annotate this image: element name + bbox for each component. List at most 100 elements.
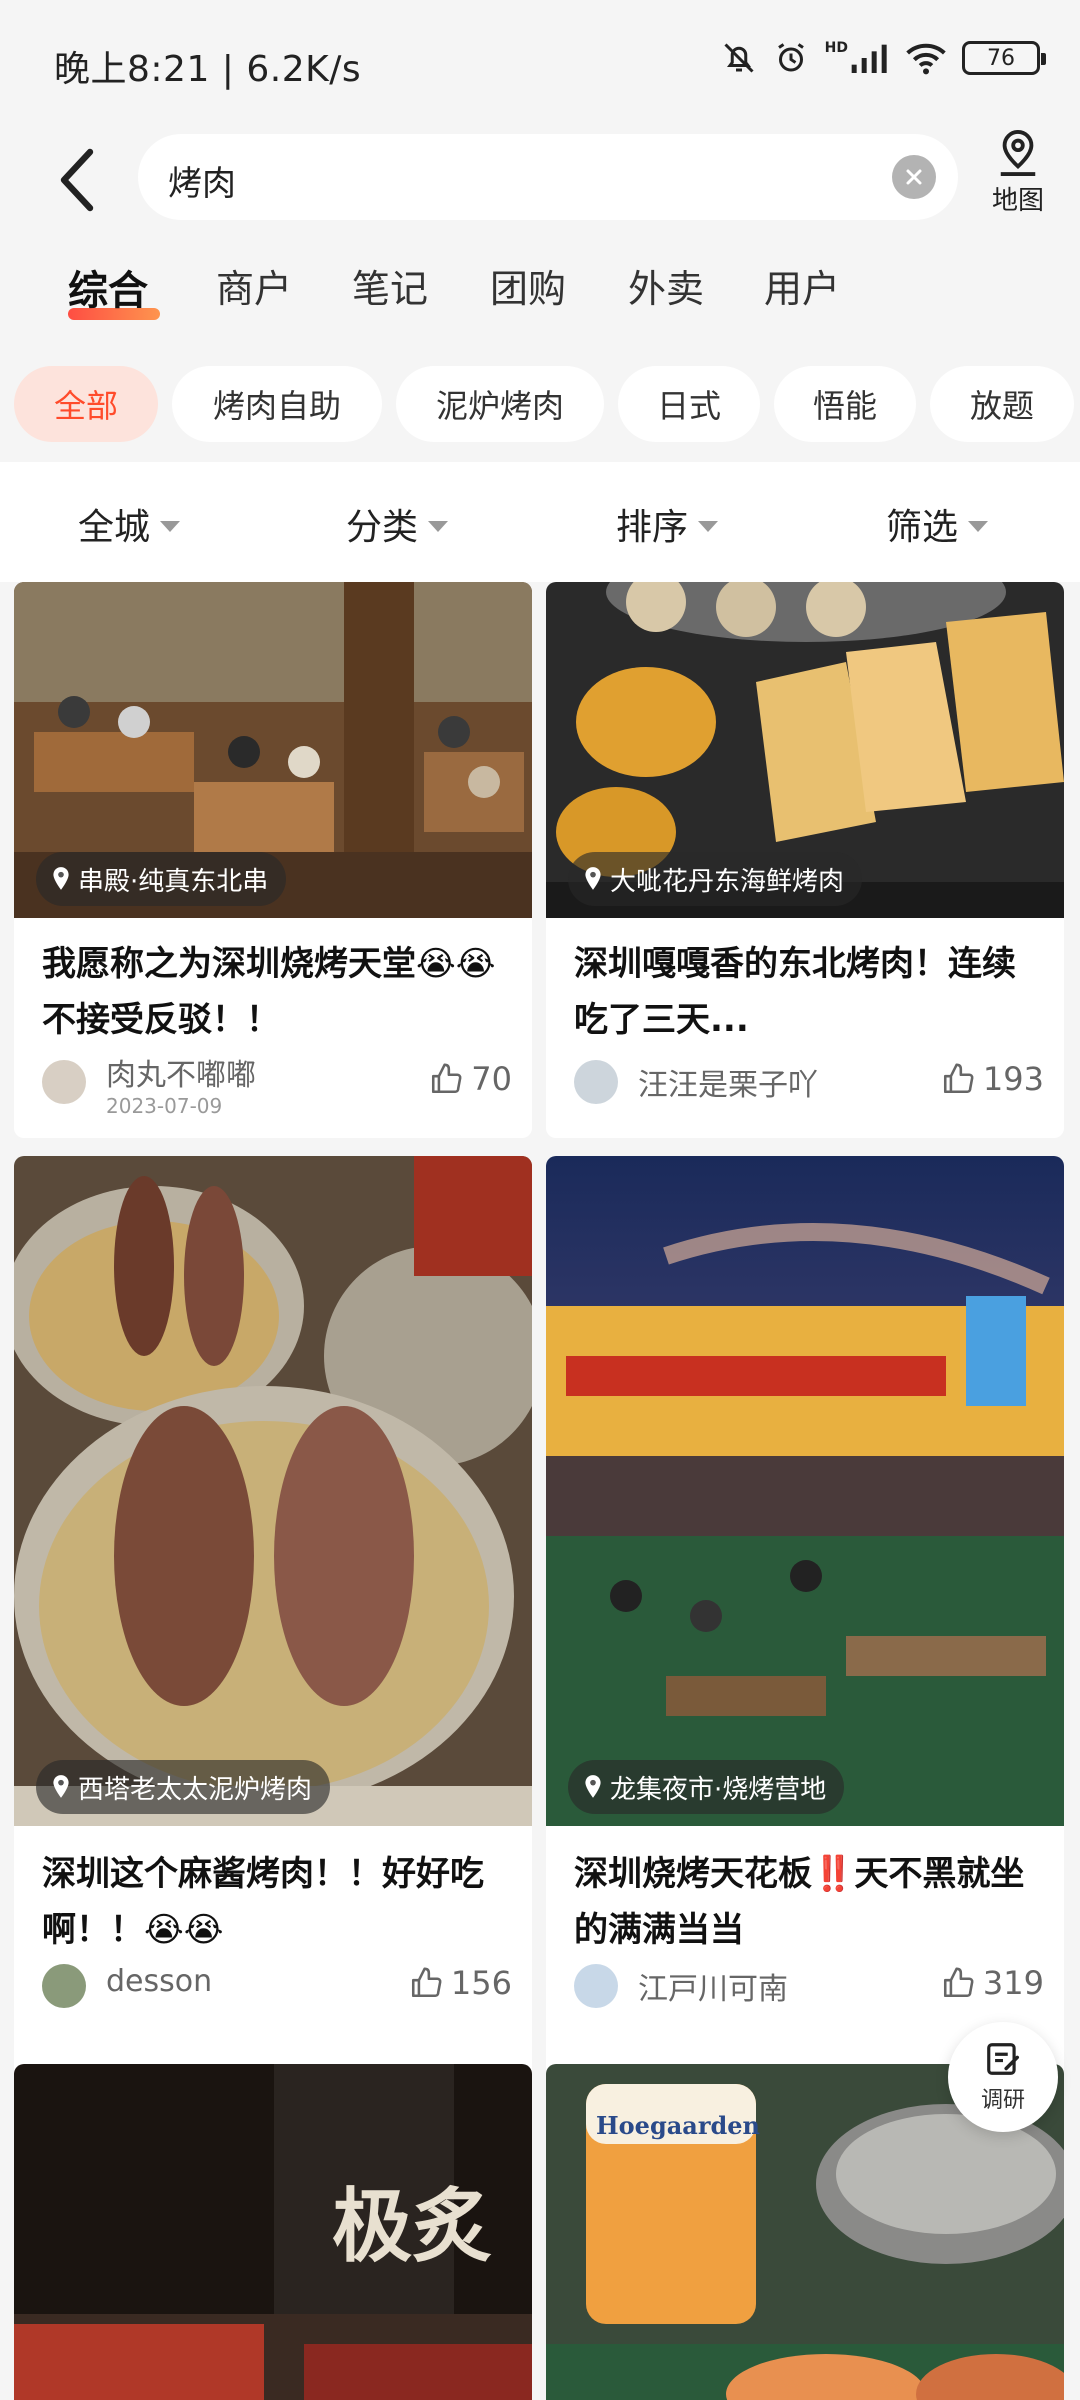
tab-merchants[interactable]: 商户 (216, 258, 292, 313)
location-name: 龙集夜市·烧烤营地 (610, 1774, 827, 1805)
tab-notes[interactable]: 笔记 (352, 258, 428, 313)
thumbs-up-icon (943, 1967, 974, 1998)
chip-all[interactable]: 全部 (14, 366, 158, 442)
caret-down-icon (968, 520, 989, 532)
filter-chips: 全部 烤肉自助 泥炉烤肉 日式 悟能 放题 (0, 364, 1080, 444)
sesame-beef-photo (14, 1156, 532, 1826)
tab-takeout[interactable]: 外卖 (628, 258, 704, 313)
map-label: 地图 (991, 186, 1044, 216)
filter-screen-label: 筛选 (886, 507, 959, 548)
search-header: 烤肉 地图 (0, 128, 1080, 232)
like-button[interactable]: 319 (941, 1964, 1044, 2002)
search-input[interactable]: 烤肉 (138, 134, 958, 220)
note-cover-image (546, 1156, 1064, 1826)
like-count: 193 (982, 1060, 1044, 1098)
edit-note-icon (987, 2043, 1019, 2075)
glass-brand-text: Hoegaarden (596, 2111, 760, 2140)
location-pin-icon (53, 1775, 69, 1798)
note-footer: 汪汪是栗子吖 193 (574, 1050, 1044, 1110)
author-name[interactable]: 江戸川可南 (638, 1964, 788, 2008)
post-date: 2023-07-09 (106, 1094, 223, 1118)
location-tag[interactable]: 大呲花丹东海鲜烤肉 (568, 852, 863, 906)
status-icons: HD 76 (721, 40, 1046, 76)
thumbs-up-icon (943, 1063, 974, 1094)
location-pin-icon (585, 1775, 601, 1798)
restaurant-sign-photo: 极炙 (14, 2064, 532, 2400)
avatar[interactable] (574, 1060, 618, 1104)
chip-bbq-buffet[interactable]: 烤肉自助 (172, 366, 382, 442)
note-title: 深圳嘎嘎香的东北烤肉！连续吃了三天... (574, 944, 1016, 1040)
filter-category[interactable]: 分类 (346, 498, 449, 550)
note-footer: desson 156 (42, 1954, 512, 2014)
avatar[interactable] (42, 1964, 86, 2008)
night-market-photo (546, 1156, 1064, 1826)
note-card[interactable]: 串殿·纯真东北串 我愿称之为深圳烧烤天堂😭😭不接受反驳！！ 肉丸不嘟嘟 2023… (14, 582, 532, 1138)
location-tag[interactable]: 串殿·纯真东北串 (36, 852, 287, 906)
caret-down-icon (698, 520, 719, 532)
battery-icon: 76 (962, 41, 1046, 75)
like-count: 319 (982, 1964, 1044, 2002)
survey-button[interactable]: 调研 (948, 2022, 1058, 2132)
location-pin-icon (53, 867, 69, 890)
alarm-icon (777, 43, 804, 72)
note-feed: 串殿·纯真东北串 我愿称之为深圳烧烤天堂😭😭不接受反驳！！ 肉丸不嘟嘟 2023… (0, 582, 1080, 2400)
chip-clay-stove-bbq[interactable]: 泥炉烤肉 (396, 366, 604, 442)
chip-all-you-can-eat[interactable]: 放题 (930, 366, 1074, 442)
caret-down-icon (428, 520, 449, 532)
note-title: 我愿称之为深圳烧烤天堂😭😭不接受反驳！！ (42, 944, 496, 1040)
avatar[interactable] (574, 1964, 618, 2008)
like-button[interactable]: 193 (941, 1060, 1044, 1098)
caret-down-icon (160, 520, 181, 532)
chevron-left-icon (60, 148, 94, 212)
location-tag[interactable]: 龙集夜市·烧烤营地 (568, 1760, 845, 1814)
author-name[interactable]: 汪汪是栗子吖 (638, 1060, 818, 1104)
map-button[interactable]: 地图 (980, 128, 1056, 232)
filter-sort[interactable]: 排序 (616, 498, 719, 550)
location-name: 串殿·纯真东北串 (78, 866, 269, 897)
like-button[interactable]: 70 (429, 1060, 512, 1098)
filter-city[interactable]: 全城 (78, 498, 181, 550)
filter-sort-label: 排序 (616, 507, 689, 548)
author-name[interactable]: desson (106, 1964, 212, 1999)
tab-users[interactable]: 用户 (764, 258, 840, 313)
like-count: 156 (450, 1964, 512, 2002)
location-tag[interactable]: 西塔老太太泥炉烤肉 (36, 1760, 331, 1814)
tab-comprehensive[interactable]: 综合 (68, 258, 148, 316)
search-query: 烤肉 (168, 164, 236, 204)
signal-icon (851, 44, 887, 73)
note-card[interactable]: 极炙 (14, 2064, 532, 2400)
note-title: 深圳烧烤天花板‼️天不黑就坐的满满当当 (574, 1854, 1025, 1950)
note-card[interactable]: 大呲花丹东海鲜烤肉 深圳嘎嘎香的东北烤肉！连续吃了三天... 汪汪是栗子吖 19… (546, 582, 1064, 1138)
status-time-speed: 晚上8:21 | 6.2K/s (54, 49, 362, 90)
filter-screen[interactable]: 筛选 (886, 498, 989, 550)
note-footer: 江戸川可南 319 (574, 1954, 1044, 2014)
hd-label: HD (824, 40, 848, 56)
note-cover-image (14, 1156, 532, 1826)
battery-level: 76 (987, 45, 1015, 71)
status-bar: 晚上8:21 | 6.2K/s HD 76 (0, 0, 1080, 128)
like-count: 70 (471, 1060, 512, 1098)
clear-search-button[interactable] (892, 155, 936, 199)
thumbs-up-icon (411, 1967, 442, 1998)
back-button[interactable] (46, 138, 110, 222)
filter-bar: 全城 分类 排序 筛选 (0, 462, 1080, 582)
survey-label: 调研 (980, 2088, 1025, 2113)
category-tabs: 综合 商户 笔记 团购 外卖 用户 (0, 240, 1080, 340)
location-name: 大呲花丹东海鲜烤肉 (610, 866, 845, 897)
wifi-icon (906, 43, 946, 75)
filter-city-label: 全城 (78, 507, 151, 548)
author-name[interactable]: 肉丸不嘟嘟 (106, 1050, 256, 1094)
location-pin-icon (585, 867, 601, 890)
thumbs-up-icon (432, 1063, 462, 1094)
chip-wuneng[interactable]: 悟能 (774, 366, 916, 442)
location-name: 西塔老太太泥炉烤肉 (78, 1774, 313, 1805)
filter-category-label: 分类 (346, 507, 419, 548)
bell-off-icon (724, 43, 754, 73)
like-button[interactable]: 156 (409, 1964, 512, 2002)
tab-group-buy[interactable]: 团购 (490, 258, 566, 313)
avatar[interactable] (42, 1060, 86, 1104)
note-footer: 肉丸不嘟嘟 2023-07-09 70 (42, 1050, 512, 1118)
note-title: 深圳这个麻酱烤肉！！好好吃啊！！😭😭 (42, 1854, 484, 1950)
sign-text: 极炙 (332, 2179, 492, 2273)
chip-japanese[interactable]: 日式 (618, 366, 760, 442)
